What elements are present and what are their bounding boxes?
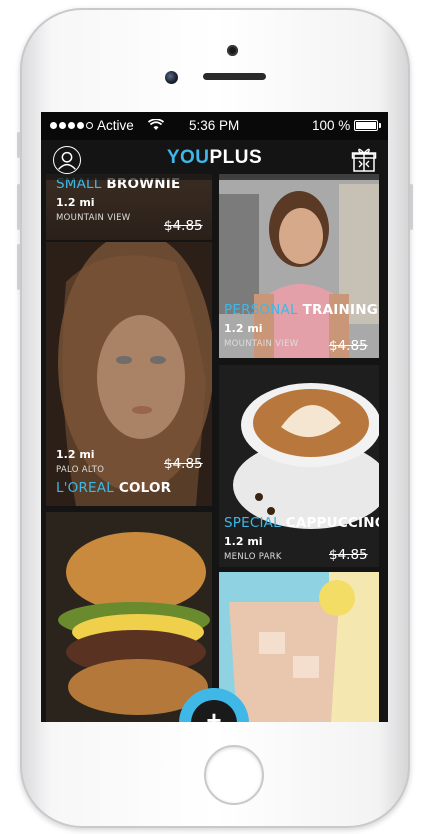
deal-tile-loreal[interactable]: 1.2 mi PALO ALTO $4.85 L'OREAL COLOR — [46, 242, 212, 506]
deal-location: PALO ALTO — [56, 465, 105, 475]
plus-icon: + — [191, 700, 237, 722]
battery-percentage: 100 % — [312, 118, 351, 133]
deal-tile-drink[interactable] — [219, 572, 379, 722]
deal-title-rest: CAPPUCCINO — [280, 515, 379, 531]
deal-title-rest: TRAINING — [297, 302, 378, 318]
app-logo: YOUPLUS — [41, 147, 388, 169]
clock: 5:36 PM — [189, 118, 240, 133]
proximity-sensor — [227, 45, 238, 56]
deal-tile-cappuccino[interactable]: SPECIAL CAPPUCCINO 1.2 mi MENLO PARK $4.… — [219, 365, 379, 567]
deal-title: PERSONAL TRAINING — [224, 302, 378, 318]
deal-tile-training[interactable]: PERSONAL TRAINING 1.2 mi MOUNTAIN VIEW $… — [219, 174, 379, 358]
deal-title-highlight: PERSONAL — [224, 302, 298, 318]
logo-you: YOU — [166, 147, 210, 168]
drink-photo — [219, 572, 379, 722]
deal-distance: 1.2 mi — [224, 322, 263, 335]
deal-price: $4.85 — [329, 547, 368, 563]
earpiece-speaker — [203, 73, 266, 80]
deal-price: $4.85 — [329, 338, 368, 354]
deal-title: SPECIAL CAPPUCCINO — [224, 515, 379, 531]
deal-title: L'OREAL COLOR — [56, 480, 171, 496]
deal-tile-burger[interactable] — [46, 512, 212, 722]
power-button — [410, 184, 413, 230]
signal-strength-icon — [50, 122, 93, 129]
status-bar: Active 5:36 PM 100 % — [41, 112, 388, 140]
volume-down-button — [17, 244, 20, 290]
mute-switch — [17, 132, 20, 158]
deal-title-highlight: SPECIAL — [224, 515, 281, 531]
deal-distance: 1.2 mi — [56, 448, 95, 461]
deal-price: $4.85 — [164, 456, 203, 472]
battery-tip — [379, 123, 381, 128]
burger-photo — [46, 512, 212, 722]
top-nav-bar: YOUPLUS — [41, 140, 388, 180]
carrier-label: Active — [97, 118, 134, 133]
deal-location: MOUNTAIN VIEW — [56, 213, 131, 223]
deal-price: $4.85 — [164, 218, 203, 234]
home-button[interactable] — [204, 745, 264, 805]
deal-title-highlight: L'OREAL — [56, 480, 114, 496]
deal-distance: 1.2 mi — [56, 196, 95, 209]
front-camera — [165, 71, 178, 84]
logo-plus: PLUS — [209, 147, 263, 168]
battery-icon — [354, 120, 378, 131]
gift-icon[interactable] — [351, 145, 377, 173]
app-screen: SMALL BROWNIE 1.2 mi MOUNTAIN VIEW $4.85… — [41, 112, 388, 722]
deal-tile-brownie[interactable]: SMALL BROWNIE 1.2 mi MOUNTAIN VIEW $4.85 — [46, 174, 212, 240]
volume-up-button — [17, 184, 20, 230]
wifi-icon — [148, 119, 164, 130]
deal-title-rest: COLOR — [113, 480, 172, 496]
